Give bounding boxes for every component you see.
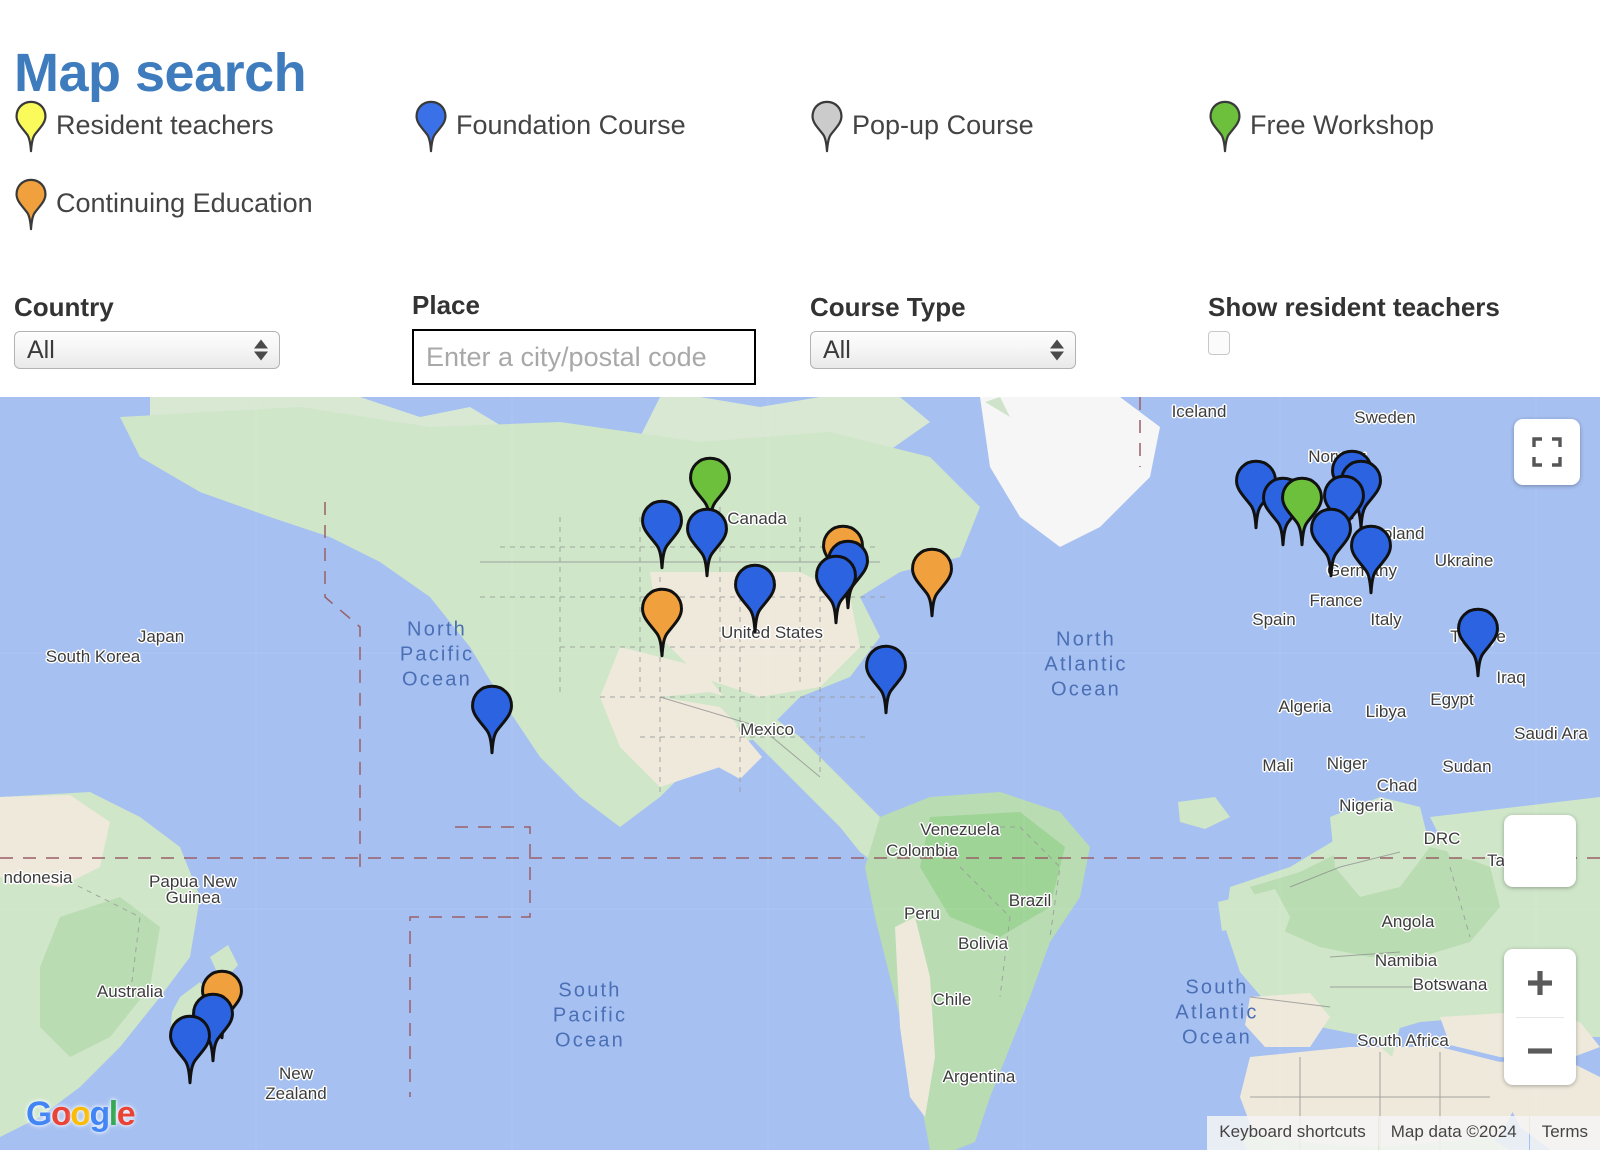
minus-icon: [1528, 1048, 1552, 1054]
course-type-select-wrap: All: [810, 331, 1076, 369]
attribution-item[interactable]: Terms: [1529, 1116, 1600, 1150]
map-pin-icon: [415, 100, 447, 153]
map-marker[interactable]: [684, 507, 730, 578]
place-input[interactable]: [412, 329, 756, 385]
show-resident-teachers-label: Show resident teachers: [1208, 292, 1500, 322]
map-pin-icon: [686, 507, 728, 578]
fullscreen-icon: [1532, 437, 1562, 467]
filter-bar: Country All Place Course Type All Show r…: [0, 290, 1600, 397]
country-label: Country: [14, 292, 114, 322]
legend-item-foundation-course: Foundation Course: [414, 100, 686, 153]
zoom-out-button[interactable]: [1504, 1018, 1576, 1086]
place-label: Place: [412, 290, 480, 320]
map-marker[interactable]: [813, 554, 859, 625]
google-logo-letter: g: [89, 1095, 111, 1133]
map-pin-icon: [471, 684, 513, 755]
legend-item-label: Free Workshop: [1250, 110, 1435, 140]
legend-item-free-workshop: Free Workshop: [1208, 100, 1434, 153]
map-marker[interactable]: [639, 587, 685, 658]
map-pin-icon: [14, 100, 48, 153]
map-pin-icon: [15, 100, 47, 153]
map-pin-icon: [1209, 100, 1241, 153]
zoom-in-button[interactable]: [1504, 949, 1576, 1017]
map-pin-icon: [1457, 607, 1499, 678]
google-logo-letter: l: [108, 1095, 118, 1133]
legend-item-label: Continuing Education: [56, 188, 313, 218]
map-pin-icon: [911, 547, 953, 618]
legend-item-pop-up-course: Pop-up Course: [810, 100, 1034, 153]
google-logo-letter: o: [70, 1095, 91, 1133]
map-pin-icon: [810, 100, 844, 153]
fullscreen-button[interactable]: [1514, 419, 1580, 485]
country-select-wrap: All: [14, 331, 280, 369]
country-select[interactable]: All: [14, 331, 280, 369]
map-marker[interactable]: [863, 644, 909, 715]
page-title: Map search: [14, 43, 307, 104]
map-pin-icon: [811, 100, 843, 153]
map-marker[interactable]: [469, 684, 515, 755]
google-logo: Google: [26, 1095, 136, 1134]
map-pin-icon: [1208, 100, 1242, 153]
legend-item-label: Pop-up Course: [852, 110, 1034, 140]
map-pin-icon: [641, 587, 683, 658]
map-pin-icon: [641, 499, 683, 570]
legend-item-resident-teachers: Resident teachers: [14, 100, 274, 153]
map-pin-icon: [14, 178, 48, 231]
google-logo-letter: G: [26, 1095, 52, 1133]
zoom-controls: [1504, 949, 1576, 1085]
course-type-label: Course Type: [810, 292, 966, 322]
map-marker[interactable]: [1455, 607, 1501, 678]
legend-item-label: Foundation Course: [456, 110, 686, 140]
map-attribution: Keyboard shortcuts Map data ©2024 Terms: [1207, 1116, 1600, 1150]
filter-group-course-type: Course Type All: [810, 292, 1076, 369]
map-pin-icon: [15, 178, 47, 231]
attribution-item[interactable]: Map data ©2024: [1378, 1116, 1529, 1150]
filter-group-place: Place: [412, 290, 756, 385]
google-logo-letter: o: [50, 1095, 72, 1133]
map-marker[interactable]: [1348, 524, 1394, 595]
map-pin-icon: [865, 644, 907, 715]
street-view-button[interactable]: [1504, 815, 1576, 887]
filter-group-resident-teachers: Show resident teachers: [1208, 292, 1500, 355]
map-pin-icon: [734, 563, 776, 634]
map-marker[interactable]: [732, 563, 778, 634]
legend-item-continuing-education: Continuing Education: [14, 178, 313, 231]
map-viewport[interactable]: IcelandSwedenNorwayCanadaUkrainePolandGe…: [0, 397, 1600, 1150]
map-pin-icon: [169, 1014, 211, 1085]
legend-item-label: Resident teachers: [56, 110, 274, 140]
map-marker[interactable]: [909, 547, 955, 618]
map-pin-icon: [815, 554, 857, 625]
map-pin-icon: [414, 100, 448, 153]
plus-icon: [1528, 970, 1552, 995]
google-logo-letter: e: [116, 1095, 136, 1133]
course-type-select[interactable]: All: [810, 331, 1076, 369]
map-marker[interactable]: [639, 499, 685, 570]
filter-group-country: Country All: [14, 292, 280, 369]
attribution-item[interactable]: Keyboard shortcuts: [1207, 1116, 1378, 1150]
show-resident-teachers-checkbox[interactable]: [1208, 331, 1230, 355]
map-marker[interactable]: [167, 1014, 213, 1085]
map-pin-icon: [1350, 524, 1392, 595]
